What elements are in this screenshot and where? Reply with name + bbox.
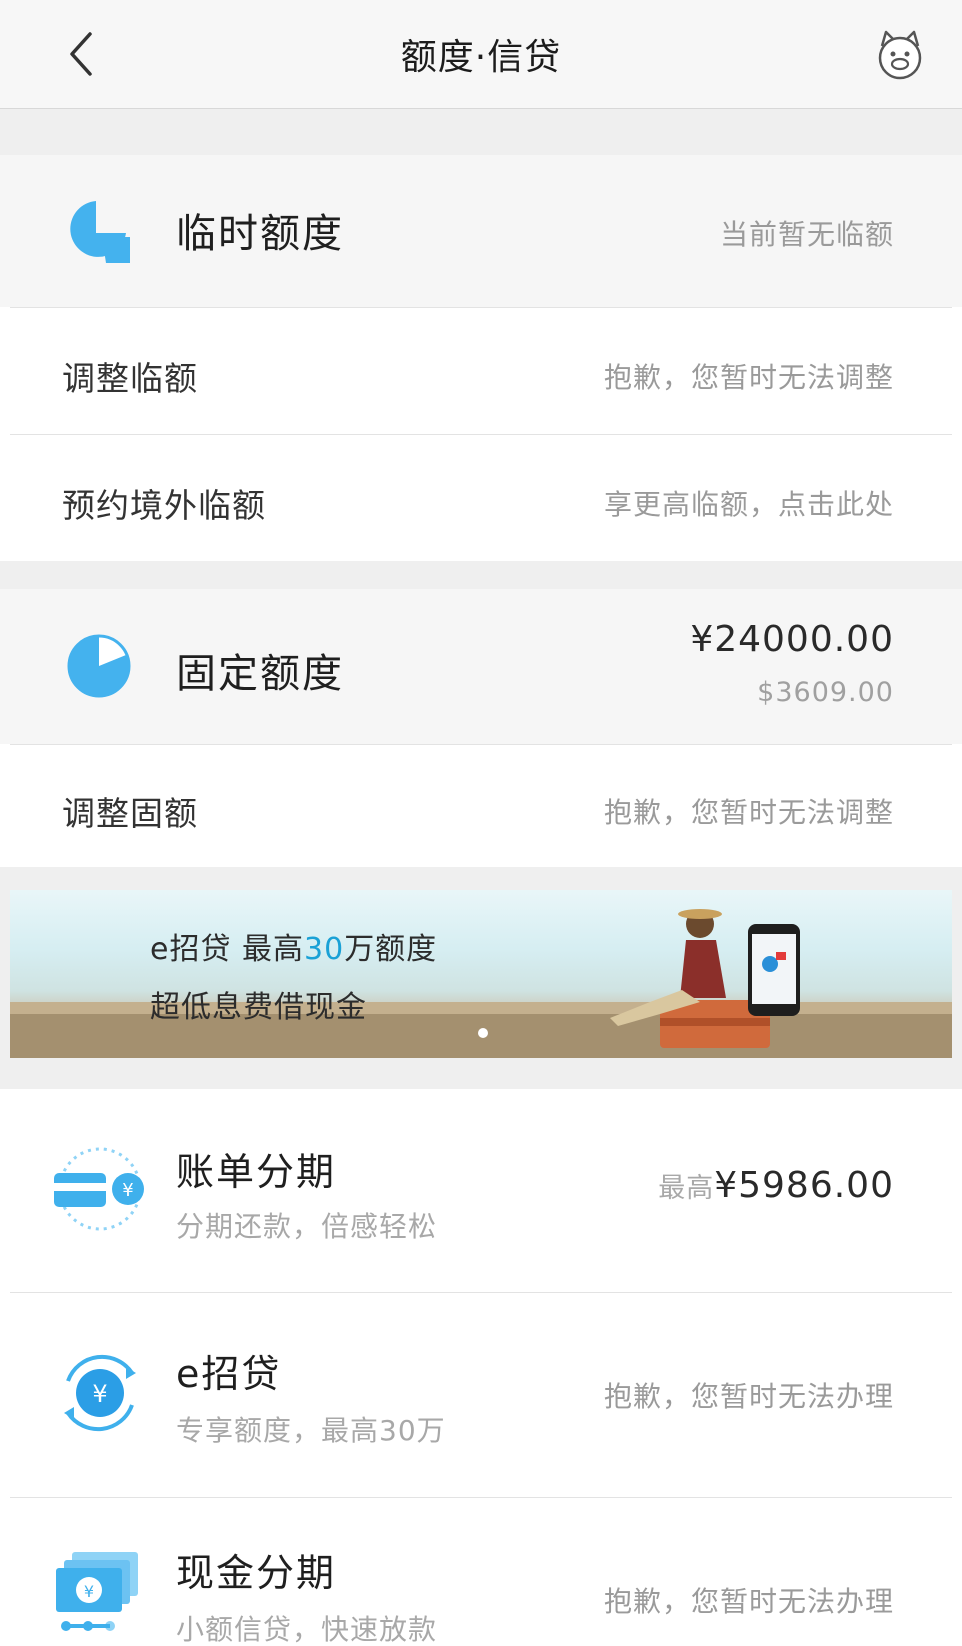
banner-headline: e招贷 最高30万额度 (150, 924, 437, 968)
credit-limit-page: 额度·信贷 临时额度 当前暂无临额 调整临额 抱歉，您暂时无法调整 预约境外临额… (0, 0, 962, 1646)
pie-chart-icon (66, 633, 132, 699)
product-value: 抱歉，您暂时无法办理 (603, 1380, 894, 1413)
installment-card-icon: ¥ (52, 1141, 148, 1237)
banner-headline-suffix: 万额度 (344, 932, 438, 967)
fixed-limit-header: 固定额度 ¥24000.00 $3609.00 (0, 589, 962, 744)
e-loan-row[interactable]: ¥ e招贷 专享额度，最高30万 抱歉，您暂时无法办理 (0, 1293, 962, 1497)
adjust-temp-limit-row[interactable]: 调整临额 抱歉，您暂时无法调整 (0, 308, 962, 434)
section-gap (0, 109, 962, 155)
product-value-amount: ¥5986.00 (714, 1165, 894, 1206)
product-value-prefix: 最高 (658, 1173, 715, 1204)
adjust-fixed-limit-row[interactable]: 调整固额 抱歉，您暂时无法调整 (0, 745, 962, 867)
row-value: 享更高临额，点击此处 (603, 488, 894, 521)
fixed-limit-usd: $3609.00 (757, 677, 894, 708)
product-title: e招贷 (176, 1352, 282, 1396)
mascot-avatar-icon[interactable] (872, 26, 928, 82)
overseas-temp-limit-row[interactable]: 预约境外临额 享更高临额，点击此处 (0, 435, 962, 561)
row-label: 调整临额 (62, 359, 198, 398)
pie-chart-segment-icon (66, 199, 132, 265)
product-subtitle: 专享额度，最高30万 (176, 1414, 446, 1447)
svg-text:¥: ¥ (92, 1380, 107, 1408)
row-value: 抱歉，您暂时无法调整 (603, 796, 894, 829)
page-title: 额度·信贷 (400, 37, 562, 78)
row-label: 预约境外临额 (62, 486, 266, 525)
product-value: 抱歉，您暂时无法办理 (603, 1585, 894, 1618)
temp-limit-title: 临时额度 (176, 211, 344, 257)
bill-installment-row[interactable]: ¥ 账单分期 分期还款，倍感轻松 最高¥5986.00 (0, 1089, 962, 1292)
cash-stack-icon: ¥ (52, 1546, 148, 1642)
fixed-limit-title: 固定额度 (176, 651, 344, 697)
svg-text:¥: ¥ (122, 1180, 133, 1201)
banner-headline-prefix: e招贷 最高 (150, 932, 304, 967)
product-subtitle: 分期还款，倍感轻松 (176, 1210, 438, 1243)
row-label: 调整固额 (62, 794, 198, 833)
product-title: 账单分期 (176, 1150, 337, 1194)
carousel-dot[interactable] (478, 1028, 488, 1038)
banner-subline: 超低息费借现金 (150, 990, 367, 1025)
product-value: 最高¥5986.00 (658, 1165, 894, 1206)
temp-limit-status: 当前暂无临额 (719, 218, 894, 251)
cash-installment-row[interactable]: ¥ 现金分期 小额信贷，快速放款 抱歉，您暂时无法办理 (0, 1498, 962, 1646)
product-title: 现金分期 (176, 1551, 337, 1595)
nav-bar: 额度·信贷 (0, 0, 962, 109)
fixed-limit-cny: ¥24000.00 (690, 619, 894, 660)
temp-limit-header: 临时额度 当前暂无临额 (0, 155, 962, 307)
banner-headline-accent: 30 (304, 932, 345, 967)
yuan-cycle-icon: ¥ (52, 1345, 148, 1441)
product-subtitle: 小额信贷，快速放款 (176, 1613, 438, 1646)
section-gap (0, 561, 962, 589)
svg-text:¥: ¥ (84, 1582, 94, 1601)
loan-promo-banner[interactable]: e招贷 最高30万额度 超低息费借现金 (10, 890, 952, 1058)
row-value: 抱歉，您暂时无法调整 (603, 361, 894, 394)
